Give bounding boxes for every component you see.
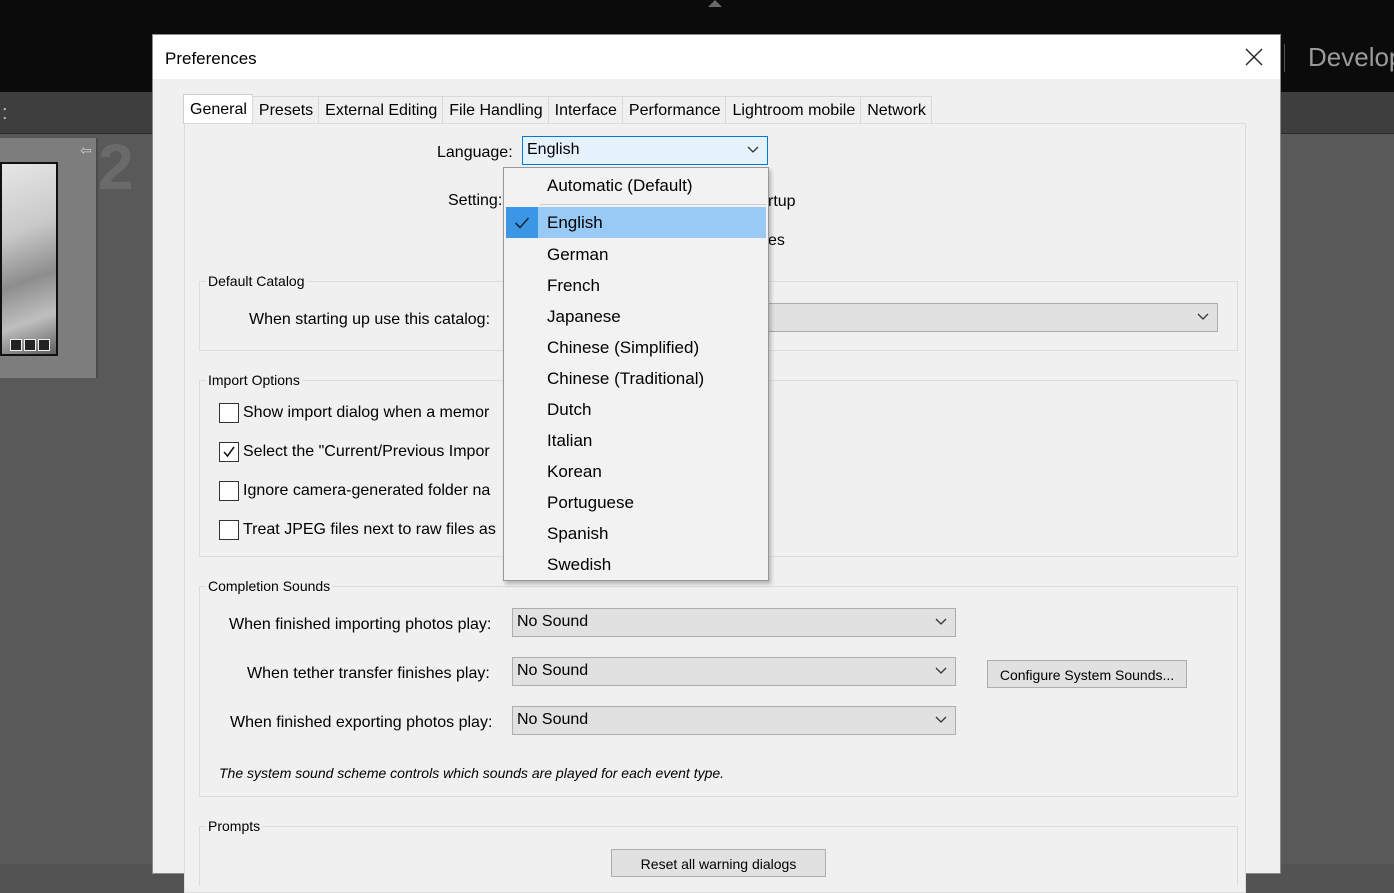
chevron-down-icon	[1197, 313, 1209, 320]
menu-item-swedish[interactable]: Swedish	[506, 549, 766, 580]
catalog-label: When starting up use this catalog:	[249, 311, 491, 328]
menu-item-portuguese[interactable]: Portuguese	[506, 487, 766, 518]
default-catalog-title: Default Catalog	[206, 273, 307, 289]
import-sound-value: No Sound	[517, 613, 589, 630]
tab-network[interactable]: Network	[860, 96, 932, 124]
menu-separator	[540, 204, 766, 205]
menu-item-chinese-traditional[interactable]: Chinese (Traditional)	[506, 363, 766, 394]
chevron-down-icon	[747, 146, 759, 153]
import-option-row[interactable]: Show import dialog when a memor	[219, 403, 489, 423]
menu-item-automatic[interactable]: Automatic (Default)	[506, 170, 766, 201]
settings-option-1-text: rtup	[768, 193, 796, 210]
menu-item-korean[interactable]: Korean	[506, 456, 766, 487]
tab-file-handling[interactable]: File Handling	[442, 96, 549, 124]
export-sound-select[interactable]: No Sound	[512, 706, 956, 735]
tab-performance[interactable]: Performance	[621, 96, 727, 124]
import-options-title: Import Options	[206, 372, 302, 388]
menu-item-spanish[interactable]: Spanish	[506, 518, 766, 549]
thumbnail-badges	[10, 338, 56, 352]
language-select[interactable]: English	[522, 136, 768, 165]
selected-checkmark	[506, 207, 538, 238]
photo-thumbnail[interactable]	[0, 162, 58, 356]
cell-index: 2	[98, 131, 134, 203]
language-select-value: English	[527, 141, 580, 158]
export-sound-value: No Sound	[517, 711, 589, 728]
checkmark-icon	[514, 216, 530, 229]
settings-label: Setting:	[448, 192, 503, 209]
reset-warning-dialogs-button[interactable]: Reset all warning dialogs	[611, 849, 826, 877]
import-sound-select[interactable]: No Sound	[512, 608, 956, 637]
menu-item-chinese-simplified[interactable]: Chinese (Simplified)	[506, 332, 766, 363]
import-option-row[interactable]: Treat JPEG files next to raw files as	[219, 520, 496, 540]
menu-item-italian[interactable]: Italian	[506, 425, 766, 456]
import-sound-label: When finished importing photos play:	[229, 616, 492, 633]
tether-sound-value: No Sound	[517, 662, 589, 679]
checkbox-label: Treat JPEG files next to raw files as	[243, 521, 496, 538]
tether-sound-select[interactable]: No Sound	[512, 657, 956, 686]
chevron-down-icon	[935, 667, 947, 674]
checkbox[interactable]	[219, 481, 239, 501]
checkbox-label: Ignore camera-generated folder na	[243, 482, 491, 499]
checkmark-icon	[223, 446, 235, 458]
chevron-down-icon	[935, 716, 947, 723]
completion-sounds-title: Completion Sounds	[206, 578, 333, 594]
menu-item-label: English	[547, 213, 603, 232]
import-option-row[interactable]: Select the "Current/Previous Impor	[219, 442, 490, 462]
close-button[interactable]	[1234, 41, 1274, 73]
export-sound-label: When finished exporting photos play:	[230, 714, 493, 731]
language-label: Language:	[437, 144, 513, 161]
menu-item-german[interactable]: German	[506, 239, 766, 270]
tab-bar: General Presets External Editing File Ha…	[183, 94, 932, 124]
tab-external-editing[interactable]: External Editing	[318, 96, 444, 124]
develop-badge-icon[interactable]	[38, 339, 50, 351]
tab-interface[interactable]: Interface	[547, 96, 623, 124]
menu-item-french[interactable]: French	[506, 270, 766, 301]
menu-item-english[interactable]: English	[506, 207, 766, 238]
close-icon	[1245, 48, 1263, 66]
keyword-badge-icon[interactable]	[10, 339, 22, 351]
tab-general[interactable]: General	[183, 94, 253, 124]
collection-badge-icon[interactable]	[24, 339, 36, 351]
checkbox[interactable]	[219, 442, 239, 462]
rotate-icon[interactable]: ⇦	[80, 142, 92, 159]
settings-option-2-text: es	[768, 232, 785, 249]
menu-item-japanese[interactable]: Japanese	[506, 301, 766, 332]
checkbox-label: Select the "Current/Previous Impor	[243, 443, 490, 460]
toolbar-handle: :	[2, 102, 8, 124]
checkbox-label: Show import dialog when a memor	[243, 404, 490, 421]
checkbox[interactable]	[219, 403, 239, 423]
module-separator	[1284, 44, 1285, 72]
tether-sound-label: When tether transfer finishes play:	[247, 665, 490, 682]
menu-item-dutch[interactable]: Dutch	[506, 394, 766, 425]
collapse-top-panel-icon[interactable]	[708, 0, 722, 7]
checkbox[interactable]	[219, 520, 239, 540]
import-option-row[interactable]: Ignore camera-generated folder na	[219, 481, 490, 501]
tab-presets[interactable]: Presets	[251, 96, 320, 124]
dialog-titlebar: Preferences	[153, 35, 1280, 79]
sound-scheme-note: The system sound scheme controls which s…	[219, 765, 725, 781]
language-dropdown-menu: Automatic (Default) English German Frenc…	[503, 167, 769, 581]
chevron-down-icon	[935, 618, 947, 625]
configure-system-sounds-button[interactable]: Configure System Sounds...	[987, 660, 1187, 688]
tab-lightroom-mobile[interactable]: Lightroom mobile	[725, 96, 862, 124]
module-develop[interactable]: Develop	[1308, 42, 1394, 73]
prompts-title: Prompts	[206, 818, 263, 834]
dialog-title: Preferences	[165, 49, 257, 68]
